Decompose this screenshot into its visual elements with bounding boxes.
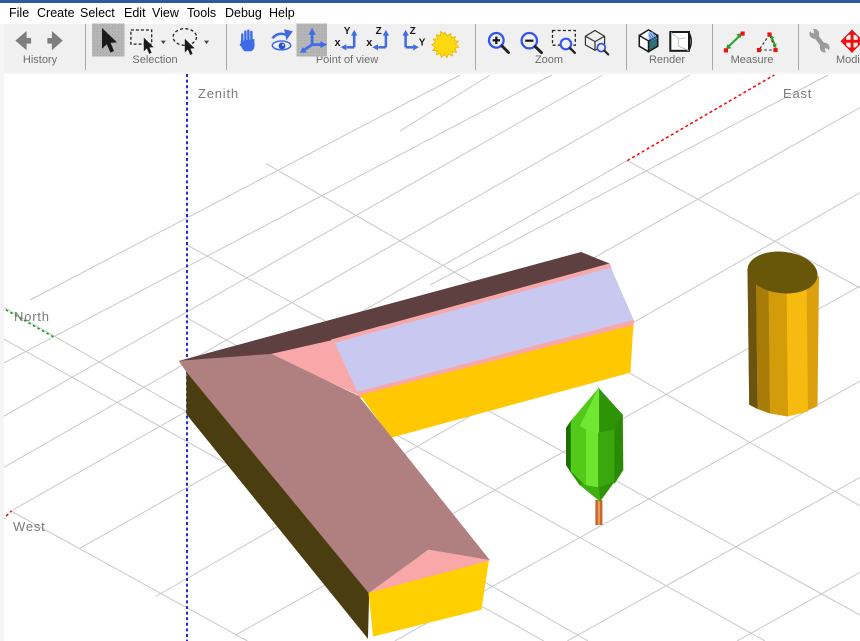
svg-text:Z: Z: [376, 26, 382, 37]
svg-text:North: North: [14, 309, 50, 324]
svg-text:East: East: [783, 86, 812, 101]
svg-text:Y: Y: [419, 38, 426, 49]
svg-text:Zenith: Zenith: [198, 86, 239, 101]
svg-text:West: West: [13, 519, 46, 534]
svg-text:x: x: [366, 37, 373, 49]
svg-text:Z: Z: [410, 26, 416, 37]
svg-text:x: x: [335, 37, 342, 49]
svg-text:Y: Y: [344, 26, 351, 37]
